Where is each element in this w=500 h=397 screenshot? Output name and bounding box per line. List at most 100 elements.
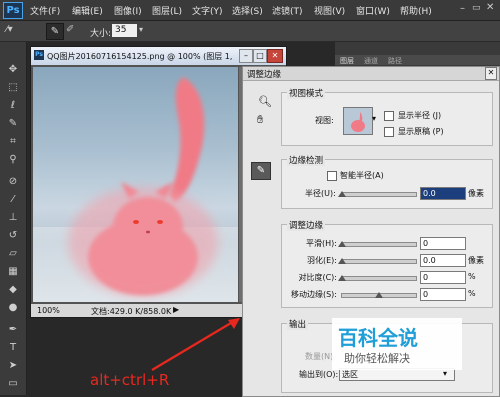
shape-tool-icon[interactable]: ▭ — [6, 378, 20, 390]
menu-filter[interactable]: 滤镜(T) — [272, 4, 303, 17]
contrast-unit: % — [468, 272, 476, 281]
shift-edge-label: 移动边缘(S): — [290, 290, 337, 299]
shift-edge-unit: % — [468, 289, 476, 298]
radius-slider-thumb[interactable] — [338, 191, 346, 197]
watermark: 百科全说 助你轻松解决 — [332, 318, 462, 370]
radius-label: 半径(U): — [305, 189, 336, 198]
menu-type[interactable]: 文字(Y) — [192, 4, 223, 17]
doc-minimize-icon[interactable]: – — [239, 49, 253, 63]
dodge-tool-icon[interactable]: ● — [6, 302, 20, 314]
pen-tool-icon[interactable]: ✒ — [6, 324, 20, 336]
menu-edit[interactable]: 编辑(E) — [72, 4, 103, 17]
view-mode-label: 视图模式 — [287, 87, 326, 99]
output-to-label: 输出到(O): — [299, 370, 339, 379]
crop-tool-icon[interactable]: ⌗ — [6, 136, 20, 148]
feather-unit: 像素 — [468, 256, 484, 265]
menu-image[interactable]: 图像(I) — [114, 4, 142, 17]
show-original-label: 显示原稿 (P) — [398, 127, 444, 136]
feather-slider-thumb[interactable] — [338, 258, 346, 264]
dialog-titlebar[interactable]: 调整边缘 ✕ — [243, 67, 499, 81]
show-original-checkbox[interactable] — [384, 127, 394, 137]
contrast-label: 对比度(C): — [298, 273, 337, 282]
feather-input[interactable]: 0.0 — [420, 254, 466, 267]
smart-radius-checkbox[interactable] — [327, 171, 337, 181]
eraser-tool-icon[interactable]: ▱ — [6, 248, 20, 260]
output-to-value: 选区 — [342, 370, 358, 379]
menu-layer[interactable]: 图层(L) — [152, 4, 182, 17]
close-icon[interactable]: ✕ — [486, 2, 494, 13]
show-radius-checkbox[interactable] — [384, 111, 394, 121]
smooth-label: 平滑(H): — [306, 239, 337, 248]
history-brush-tool-icon[interactable]: ↺ — [6, 230, 20, 242]
type-tool-icon[interactable]: T — [6, 342, 20, 354]
dialog-title: 调整边缘 — [247, 70, 282, 80]
edge-detection-label: 边缘检测 — [287, 154, 326, 166]
edge-detection-group — [281, 159, 493, 209]
brush-tool-icon[interactable]: ⁄ — [6, 194, 20, 206]
feather-label: 羽化(E): — [307, 256, 337, 265]
watermark-brand: 百科全说 — [338, 326, 418, 350]
zoom-level[interactable]: 100% — [37, 306, 60, 315]
eyedropper-tool-icon[interactable]: ⚲ — [6, 154, 20, 166]
toolbox: ✥ ⬚ ℓ ✎ ⌗ ⚲ ⊘ ⁄ ⊥ ↺ ▱ ▦ ◆ ● ✒ T ➤ ▭ — [0, 42, 27, 395]
size-input[interactable]: 35 — [112, 24, 137, 37]
view-thumbnail[interactable] — [343, 107, 373, 135]
move-tool-icon[interactable]: ✥ — [6, 64, 20, 76]
menu-select[interactable]: 选择(S) — [232, 4, 263, 17]
menu-file[interactable]: 文件(F) — [30, 4, 60, 17]
healing-brush-tool-icon[interactable]: ⊘ — [6, 176, 20, 188]
options-bar: ⁄▾ ✎ ✐ 大小: 35 ▾ — [0, 21, 500, 42]
erase-refinements-tool-icon[interactable]: ✐ — [66, 24, 74, 35]
radius-slider[interactable] — [341, 192, 417, 197]
doc-close-icon[interactable]: ✕ — [267, 49, 283, 63]
annotation-arrow — [151, 318, 240, 371]
contrast-slider[interactable] — [341, 276, 417, 281]
path-select-tool-icon[interactable]: ➤ — [6, 360, 20, 372]
output-dropdown-icon[interactable]: ▾ — [443, 369, 447, 378]
minimize-icon[interactable]: – — [460, 3, 465, 14]
refine-radius-brush-icon[interactable]: ✎ — [251, 162, 271, 180]
contrast-slider-thumb[interactable] — [338, 275, 346, 281]
menu-window[interactable]: 窗口(W) — [356, 4, 390, 17]
quick-select-tool-icon[interactable]: ✎ — [6, 118, 20, 130]
view-dropdown-icon[interactable]: ▾ — [372, 114, 376, 123]
smooth-slider[interactable] — [341, 242, 417, 247]
doc-maximize-icon[interactable]: □ — [253, 49, 267, 63]
menu-help[interactable]: 帮助(H) — [400, 4, 432, 17]
smooth-input[interactable]: 0 — [420, 237, 466, 250]
menu-view[interactable]: 视图(V) — [314, 4, 345, 17]
photoshop-logo: Ps — [3, 2, 23, 19]
document-title: QQ图片20160716154125.png @ 100% (图层 1, RGB… — [47, 52, 232, 61]
tab-layers[interactable]: 图层 — [340, 56, 354, 66]
show-radius-label: 显示半径 (J) — [398, 111, 442, 120]
tab-channels[interactable]: 通道 — [364, 56, 378, 66]
restore-icon[interactable]: ▭ — [472, 3, 481, 13]
output-label: 输出 — [287, 318, 309, 330]
smart-radius-label: 智能半径(A) — [340, 171, 384, 180]
cat-image — [33, 77, 238, 302]
shift-edge-slider-thumb[interactable] — [375, 292, 383, 298]
view-label: 视图: — [315, 116, 334, 125]
adjust-edge-label: 调整边缘 — [287, 219, 326, 231]
tab-paths[interactable]: 路径 — [388, 56, 402, 66]
smooth-slider-thumb[interactable] — [338, 241, 346, 247]
zoom-tool-icon[interactable]: 🔍︎ — [258, 95, 272, 108]
shift-edge-input[interactable]: 0 — [420, 288, 466, 301]
gradient-tool-icon[interactable]: ▦ — [6, 266, 20, 278]
chevron-down-icon[interactable]: ▾ — [139, 25, 143, 34]
lasso-tool-icon[interactable]: ℓ — [6, 100, 20, 112]
blur-tool-icon[interactable]: ◆ — [6, 284, 20, 296]
contrast-input[interactable]: 0 — [420, 271, 466, 284]
radius-input[interactable]: 0.0 — [420, 187, 466, 200]
document-titlebar[interactable]: Ps QQ图片20160716154125.png @ 100% (图层 1, … — [31, 47, 286, 65]
feather-slider[interactable] — [341, 259, 417, 264]
hand-tool-icon[interactable]: ✋︎ — [257, 113, 263, 127]
dialog-close-icon[interactable]: ✕ — [485, 67, 497, 80]
shortcut-annotation: alt+ctrl+R — [90, 371, 170, 389]
menu-bar: Ps 文件(F) 编辑(E) 图像(I) 图层(L) 文字(Y) 选择(S) 滤… — [0, 0, 500, 21]
clone-stamp-tool-icon[interactable]: ⊥ — [6, 212, 20, 224]
image-canvas[interactable] — [33, 67, 238, 302]
refine-radius-tool-icon[interactable]: ✎ — [46, 23, 64, 40]
brush-preset-icon[interactable]: ⁄▾ — [6, 24, 13, 35]
marquee-tool-icon[interactable]: ⬚ — [6, 82, 20, 94]
